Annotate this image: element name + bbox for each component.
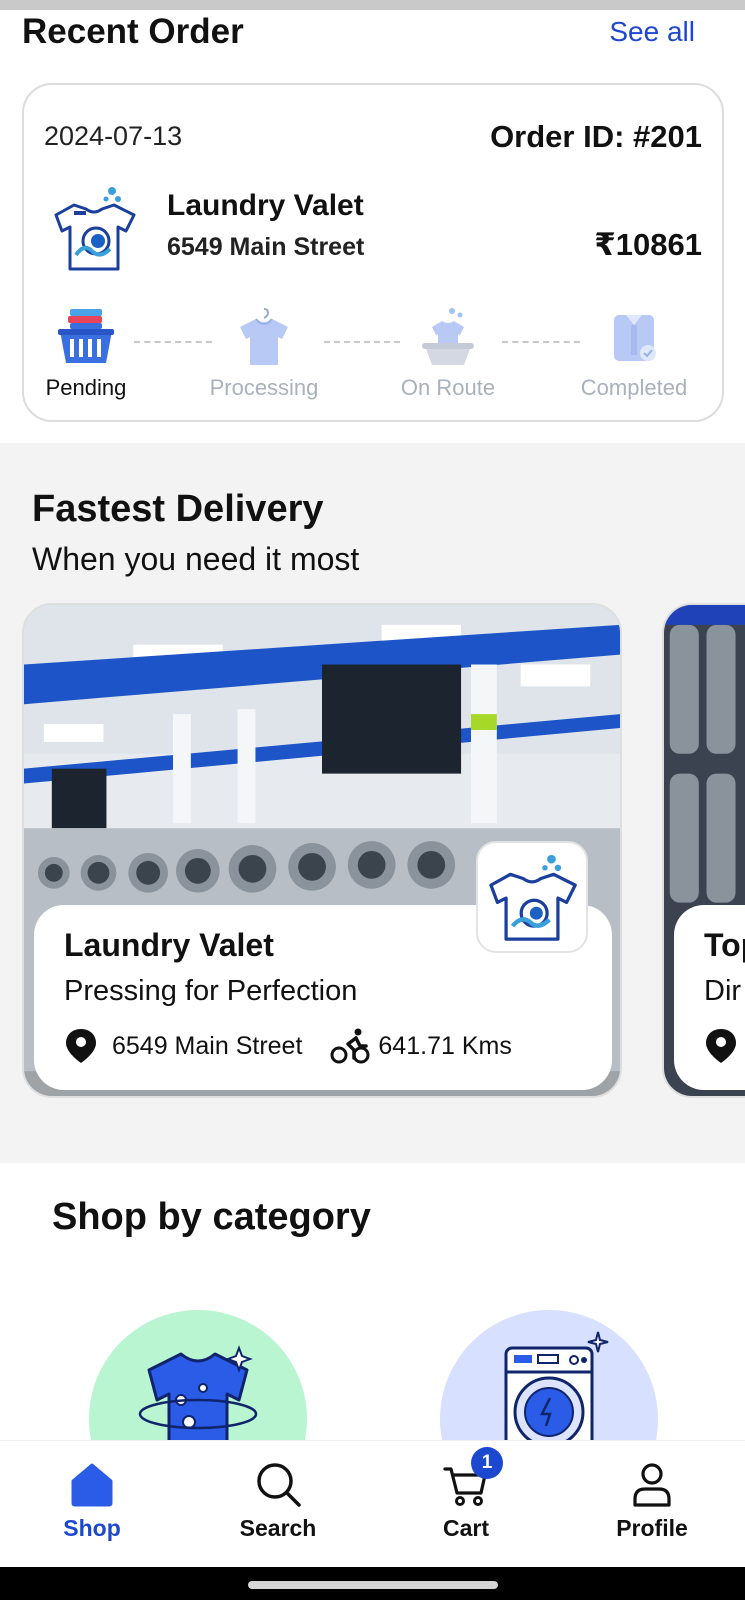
laundry-basket-icon <box>58 309 114 363</box>
order-id: Order ID: #201 <box>490 119 702 154</box>
store-logo-badge <box>476 841 588 953</box>
cart-count-badge: 1 <box>471 1447 503 1479</box>
step-completed: Completed <box>554 307 714 401</box>
recent-order-card[interactable]: 2024-07-13 Order ID: #201 Laundry Valet … <box>22 83 724 422</box>
store-distance: 641.71 Kms <box>378 1031 512 1060</box>
washing-tub-icon <box>422 308 474 365</box>
order-price: ₹10861 <box>594 227 702 262</box>
home-icon <box>71 1463 113 1507</box>
fastest-delivery-subtitle: When you need it most <box>32 541 360 577</box>
store-info-panel: Top Dir <box>674 905 745 1090</box>
order-date: 2024-07-13 <box>44 121 183 151</box>
step-label: Completed <box>580 375 688 400</box>
search-icon <box>257 1463 301 1507</box>
nav-label: Search <box>239 1515 317 1541</box>
step-processing: Processing <box>184 307 344 401</box>
nav-shop[interactable]: Shop <box>22 1459 162 1542</box>
recent-order-title: Recent Order <box>22 12 244 51</box>
profile-icon <box>633 1463 671 1507</box>
store-name: Laundry Valet <box>64 927 274 963</box>
step-label: Pending <box>45 375 127 400</box>
system-navigation-bar <box>0 1567 745 1600</box>
shirt-hanger-icon <box>240 308 288 365</box>
status-bar-strip <box>0 0 745 10</box>
cart-icon-wrapper: 1 <box>441 1447 503 1509</box>
nav-label: Profile <box>616 1515 688 1541</box>
store-tagline: Dir <box>704 975 742 1007</box>
location-pin-icon <box>66 1029 96 1063</box>
nav-cart[interactable]: 1 Cart <box>396 1447 536 1542</box>
step-label: On Route <box>400 375 496 400</box>
shop-by-category-title: Shop by category <box>52 1196 371 1238</box>
store-name: Top <box>704 927 745 963</box>
home-indicator[interactable] <box>248 1581 498 1589</box>
store-meta <box>704 1027 745 1065</box>
fastest-delivery-section: Fastest Delivery When you need it most L… <box>0 443 745 1163</box>
bicycle-rider-icon <box>330 1028 370 1064</box>
nav-profile[interactable]: Profile <box>582 1459 722 1542</box>
nav-search[interactable]: Search <box>208 1459 348 1542</box>
store-meta: 6549 Main Street 641.71 Kms <box>64 1027 512 1065</box>
folded-shirt-icon <box>614 315 656 361</box>
nav-label: Cart <box>442 1515 489 1541</box>
laundry-shirt-logo-icon <box>489 854 577 941</box>
fastest-delivery-title: Fastest Delivery <box>32 488 324 530</box>
store-card[interactable]: Top Dir <box>662 603 745 1098</box>
step-on-route: On Route <box>368 307 528 401</box>
store-card[interactable]: Laundry Valet Pressing for Perfection 65… <box>22 603 622 1098</box>
bottom-navigation: Shop Search 1 Cart Profile <box>0 1440 745 1567</box>
store-address: 6549 Main Street <box>112 1031 303 1060</box>
step-label: Processing <box>209 375 319 400</box>
laundry-shirt-logo-icon <box>54 187 136 271</box>
store-tagline: Pressing for Perfection <box>64 975 358 1007</box>
order-shop-name: Laundry Valet <box>167 189 364 222</box>
see-all-link[interactable]: See all <box>609 16 695 48</box>
nav-label: Shop <box>63 1515 121 1541</box>
step-pending: Pending <box>6 307 166 401</box>
order-progress-tracker: Pending Processing On Route Completed <box>24 307 726 407</box>
location-pin-icon <box>706 1029 736 1063</box>
order-shop-address: 6549 Main Street <box>167 233 365 261</box>
